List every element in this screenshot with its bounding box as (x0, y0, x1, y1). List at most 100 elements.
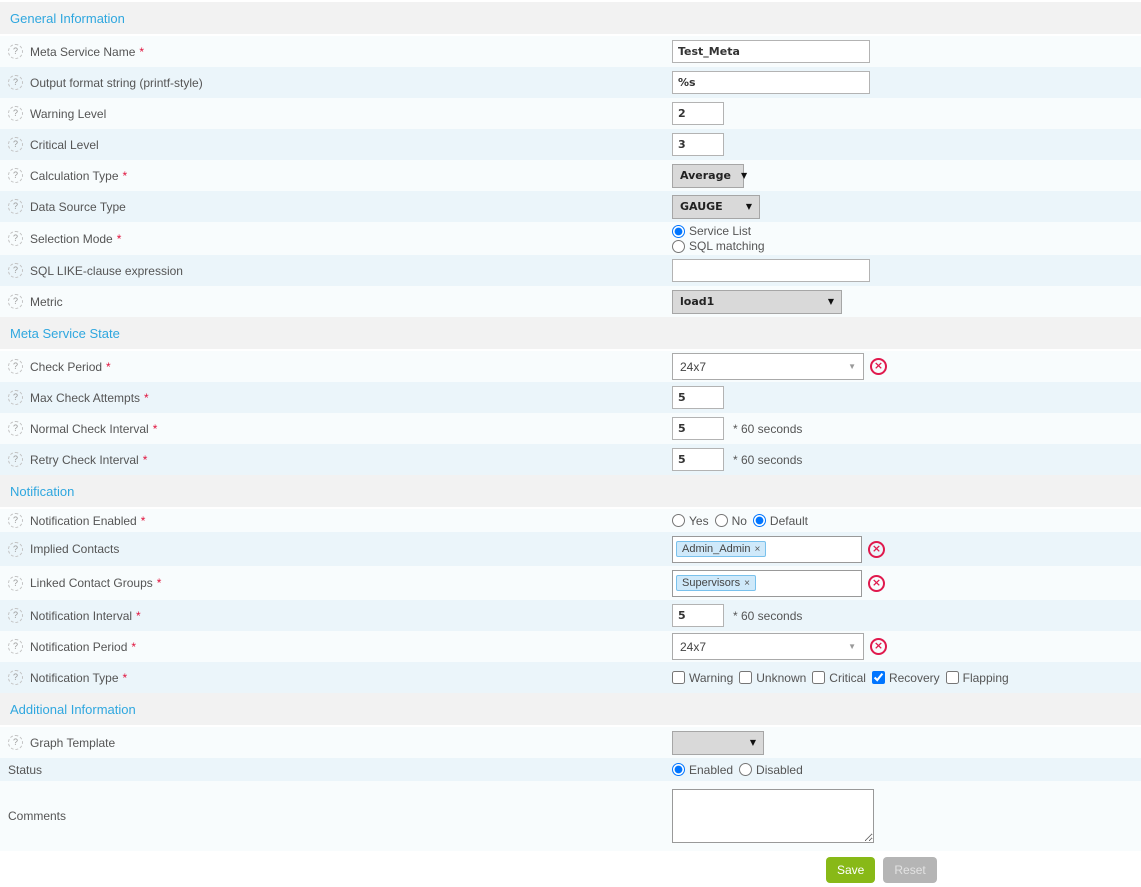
option-group-status: Enabled Disabled (672, 763, 1141, 777)
field-control-cell: * 60 seconds (672, 604, 1141, 627)
help-icon[interactable]: ? (8, 670, 23, 685)
sql-like-clause-expression-input[interactable] (672, 259, 870, 282)
help-icon[interactable]: ? (8, 106, 23, 121)
field-label: Critical Level (30, 138, 99, 152)
field-label-cell: ?Notification Period* (0, 639, 672, 654)
output-format-string-printf-style-input[interactable] (672, 71, 870, 94)
notification-type-option-flapping[interactable]: Flapping (946, 671, 1009, 685)
required-asterisk: * (143, 453, 148, 467)
field-control-cell: Supervisors×× (672, 570, 1141, 597)
required-asterisk: * (131, 640, 136, 654)
help-icon[interactable]: ? (8, 735, 23, 750)
form-row-graph-template: ?Graph Template▼ (0, 727, 1141, 758)
status-option-enabled[interactable]: Enabled (672, 763, 733, 777)
section-title: Meta Service State (0, 317, 1141, 349)
reset-button[interactable]: Reset (883, 857, 936, 883)
help-icon[interactable]: ? (8, 359, 23, 374)
help-icon[interactable]: ? (8, 608, 23, 623)
clear-selection-icon[interactable]: × (868, 575, 885, 592)
status-option-disabled[interactable]: Disabled (739, 763, 803, 777)
option-group-notification-type: Warning Unknown Critical Recovery Flapping (672, 671, 1141, 685)
notification-type-checkbox-unknown[interactable] (739, 671, 752, 684)
data-source-type-select[interactable]: GAUGE▼ (672, 195, 760, 219)
help-icon[interactable]: ? (8, 542, 23, 557)
max-check-attempts-input[interactable] (672, 386, 724, 409)
help-icon[interactable]: ? (8, 421, 23, 436)
field-control-cell: Service ListSQL matching (672, 222, 1141, 255)
notification-enabled-option-no[interactable]: No (715, 514, 747, 528)
meta-service-name-input[interactable] (672, 40, 870, 63)
critical-level-input[interactable] (672, 133, 724, 156)
tag-remove-icon[interactable]: × (754, 544, 760, 555)
notification-type-checkbox-recovery[interactable] (872, 671, 885, 684)
form-row-check-period: ?Check Period*24x7▼× (0, 351, 1141, 382)
help-icon[interactable]: ? (8, 513, 23, 528)
check-period-select[interactable]: 24x7▼ (672, 353, 864, 380)
notification-enabled-radio-default[interactable] (753, 514, 766, 527)
implied-contacts-tags-input[interactable]: Admin_Admin× (672, 536, 862, 563)
help-icon[interactable]: ? (8, 199, 23, 214)
meta-service-form: General Information?Meta Service Name*?O… (0, 0, 1141, 851)
metric-select[interactable]: load1▼ (672, 290, 842, 314)
field-control-cell (672, 386, 1141, 409)
selection-mode-option-sql-matching[interactable]: SQL matching (672, 239, 765, 253)
help-icon[interactable]: ? (8, 263, 23, 278)
help-icon[interactable]: ? (8, 137, 23, 152)
notification-enabled-radio-no[interactable] (715, 514, 728, 527)
notification-interval-input[interactable] (672, 604, 724, 627)
field-control-cell: Enabled Disabled (672, 763, 1141, 777)
field-label-cell: ?Notification Interval* (0, 608, 672, 623)
notification-period-select[interactable]: 24x7▼ (672, 633, 864, 660)
notification-type-option-label: Recovery (889, 671, 940, 685)
notification-type-option-warning[interactable]: Warning (672, 671, 733, 685)
notification-enabled-radio-yes[interactable] (672, 514, 685, 527)
tag-remove-icon[interactable]: × (744, 578, 750, 589)
dropdown-arrow-icon: ▼ (741, 171, 747, 180)
notification-type-option-unknown[interactable]: Unknown (739, 671, 806, 685)
calculation-type-select[interactable]: Average▼ (672, 164, 744, 188)
notification-type-checkbox-critical[interactable] (812, 671, 825, 684)
clear-selection-icon[interactable]: × (868, 541, 885, 558)
linked-contact-groups-tags-input[interactable]: Supervisors× (672, 570, 862, 597)
required-asterisk: * (123, 671, 128, 685)
notification-type-option-recovery[interactable]: Recovery (872, 671, 940, 685)
notification-type-checkbox-warning[interactable] (672, 671, 685, 684)
required-asterisk: * (144, 391, 149, 405)
save-button[interactable]: Save (826, 857, 875, 883)
help-icon[interactable]: ? (8, 639, 23, 654)
status-radio-enabled[interactable] (672, 763, 685, 776)
help-icon[interactable]: ? (8, 44, 23, 59)
help-icon[interactable]: ? (8, 576, 23, 591)
warning-level-input[interactable] (672, 102, 724, 125)
normal-check-interval-input[interactable] (672, 417, 724, 440)
comments-textarea[interactable] (672, 789, 874, 843)
required-asterisk: * (106, 360, 111, 374)
notification-enabled-option-yes[interactable]: Yes (672, 514, 709, 528)
clear-selection-icon[interactable]: × (870, 638, 887, 655)
help-icon[interactable]: ? (8, 390, 23, 405)
selection-mode-option-service-list[interactable]: Service List (672, 224, 765, 238)
status-radio-disabled[interactable] (739, 763, 752, 776)
clear-selection-icon[interactable]: × (870, 358, 887, 375)
selection-mode-radio-service-list[interactable] (672, 225, 685, 238)
help-icon[interactable]: ? (8, 231, 23, 246)
required-asterisk: * (117, 232, 122, 246)
help-icon[interactable]: ? (8, 294, 23, 309)
notification-type-option-label: Flapping (963, 671, 1009, 685)
form-row-notification-type: ?Notification Type*WarningUnknownCritica… (0, 662, 1141, 693)
notification-enabled-option-default[interactable]: Default (753, 514, 808, 528)
required-asterisk: * (136, 609, 141, 623)
graph-template-select[interactable]: ▼ (672, 731, 764, 755)
notification-type-checkbox-flapping[interactable] (946, 671, 959, 684)
retry-check-interval-input[interactable] (672, 448, 724, 471)
dropdown-arrow-icon: ▼ (750, 738, 756, 747)
field-label: Normal Check Interval (30, 422, 149, 436)
form-row-notification-enabled: ?Notification Enabled*YesNoDefault (0, 509, 1141, 532)
selection-mode-radio-sql-matching[interactable] (672, 240, 685, 253)
help-icon[interactable]: ? (8, 75, 23, 90)
help-icon[interactable]: ? (8, 168, 23, 183)
notification-type-option-critical[interactable]: Critical (812, 671, 866, 685)
form-row-calculation-type: ?Calculation Type*Average▼ (0, 160, 1141, 191)
input-suffix-label: * 60 seconds (733, 453, 802, 467)
help-icon[interactable]: ? (8, 452, 23, 467)
